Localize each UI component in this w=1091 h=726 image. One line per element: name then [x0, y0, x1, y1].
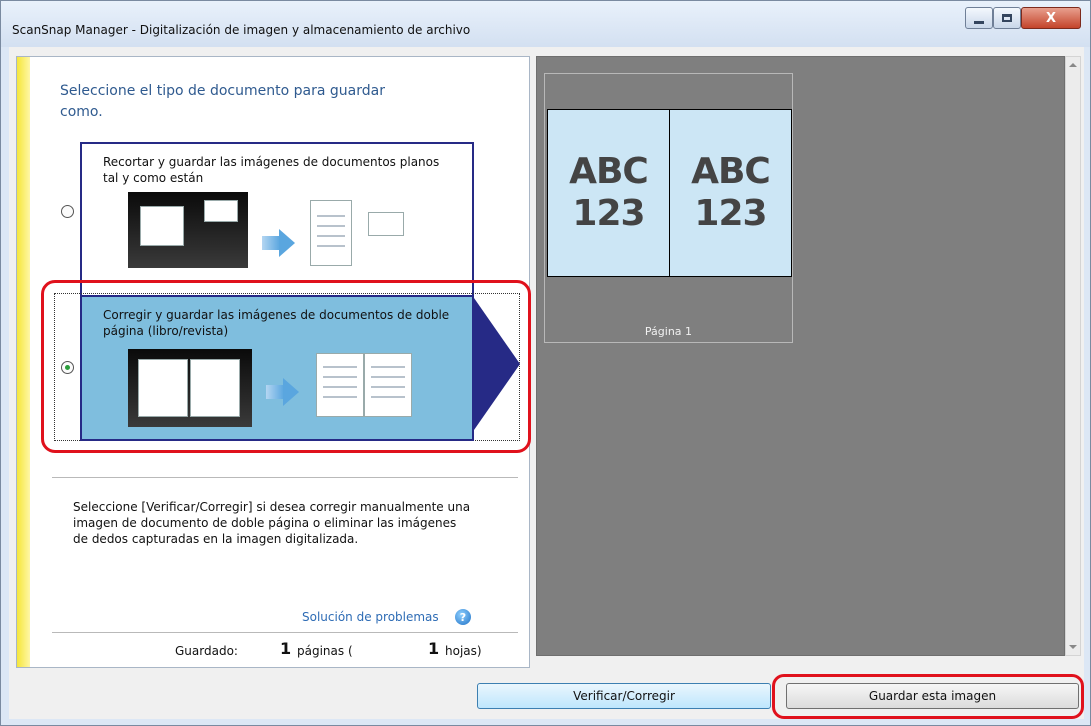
close-button[interactable]: X — [1021, 7, 1081, 29]
maximize-icon — [1002, 14, 1012, 22]
window-title: ScanSnap Manager - Digitalización de ima… — [12, 23, 471, 37]
arrow-shaft — [262, 236, 280, 250]
option-label: Recortar y guardar las imágenes de docum… — [103, 155, 440, 185]
radio-flat-documents[interactable] — [61, 205, 74, 218]
preview-scrollbar[interactable] — [1065, 56, 1081, 656]
section-divider — [52, 477, 518, 478]
saved-label: Guardado: — [175, 644, 238, 658]
thumbnail-left-page: ABC 123 — [548, 110, 669, 276]
option-flat-documents[interactable]: Recortar y guardar las imágenes de docum… — [80, 142, 474, 298]
card-paper-icon — [204, 200, 238, 222]
accent-bar — [17, 57, 30, 667]
sheets-count: 1 — [428, 639, 440, 658]
pane-prompt: Seleccione el tipo de documento para gua… — [60, 83, 385, 120]
scroll-down-icon[interactable] — [1069, 645, 1077, 649]
maximize-button[interactable] — [993, 7, 1021, 29]
save-status: Guardado: 1 páginas ( 1 hojas) — [52, 638, 518, 664]
verify-correct-button[interactable]: Verificar/Corregir — [477, 683, 771, 709]
highlight-save-button — [772, 674, 1084, 719]
arrow-right-icon — [279, 229, 295, 257]
document-paper-icon — [140, 206, 184, 246]
thumbnail-text: 123 — [694, 193, 767, 234]
minimize-icon — [974, 20, 984, 24]
thumbnail-text: 123 — [572, 193, 645, 234]
thumbnail-right-page: ABC 123 — [670, 110, 791, 276]
status-divider — [52, 632, 518, 633]
scroll-up-icon[interactable] — [1069, 63, 1077, 67]
hint-text: Seleccione [Verificar/Corregir] si desea… — [73, 500, 471, 546]
thumbnail-caption: Página 1 — [644, 325, 693, 338]
troubleshooting-link[interactable]: Solución de problemas — [302, 610, 439, 624]
thumbnail-text: ABC — [691, 151, 771, 192]
pages-count: 1 — [280, 639, 292, 658]
thumbnail-text: ABC — [569, 151, 649, 192]
page-thumbnail[interactable]: ABC 123 ABC 123 — [547, 109, 792, 277]
flat-scan-illustration — [128, 192, 248, 268]
help-icon[interactable]: ? — [455, 609, 471, 625]
output-document-icon — [310, 200, 352, 266]
title-bar[interactable]: ScanSnap Manager - Digitalización de ima… — [1, 1, 1090, 47]
sheets-label: hojas) — [445, 644, 482, 658]
highlight-selected-option — [41, 280, 531, 453]
pages-label: páginas ( — [297, 644, 353, 658]
close-icon: X — [1045, 10, 1057, 26]
minimize-button[interactable] — [965, 7, 993, 29]
output-card-icon — [368, 212, 404, 236]
